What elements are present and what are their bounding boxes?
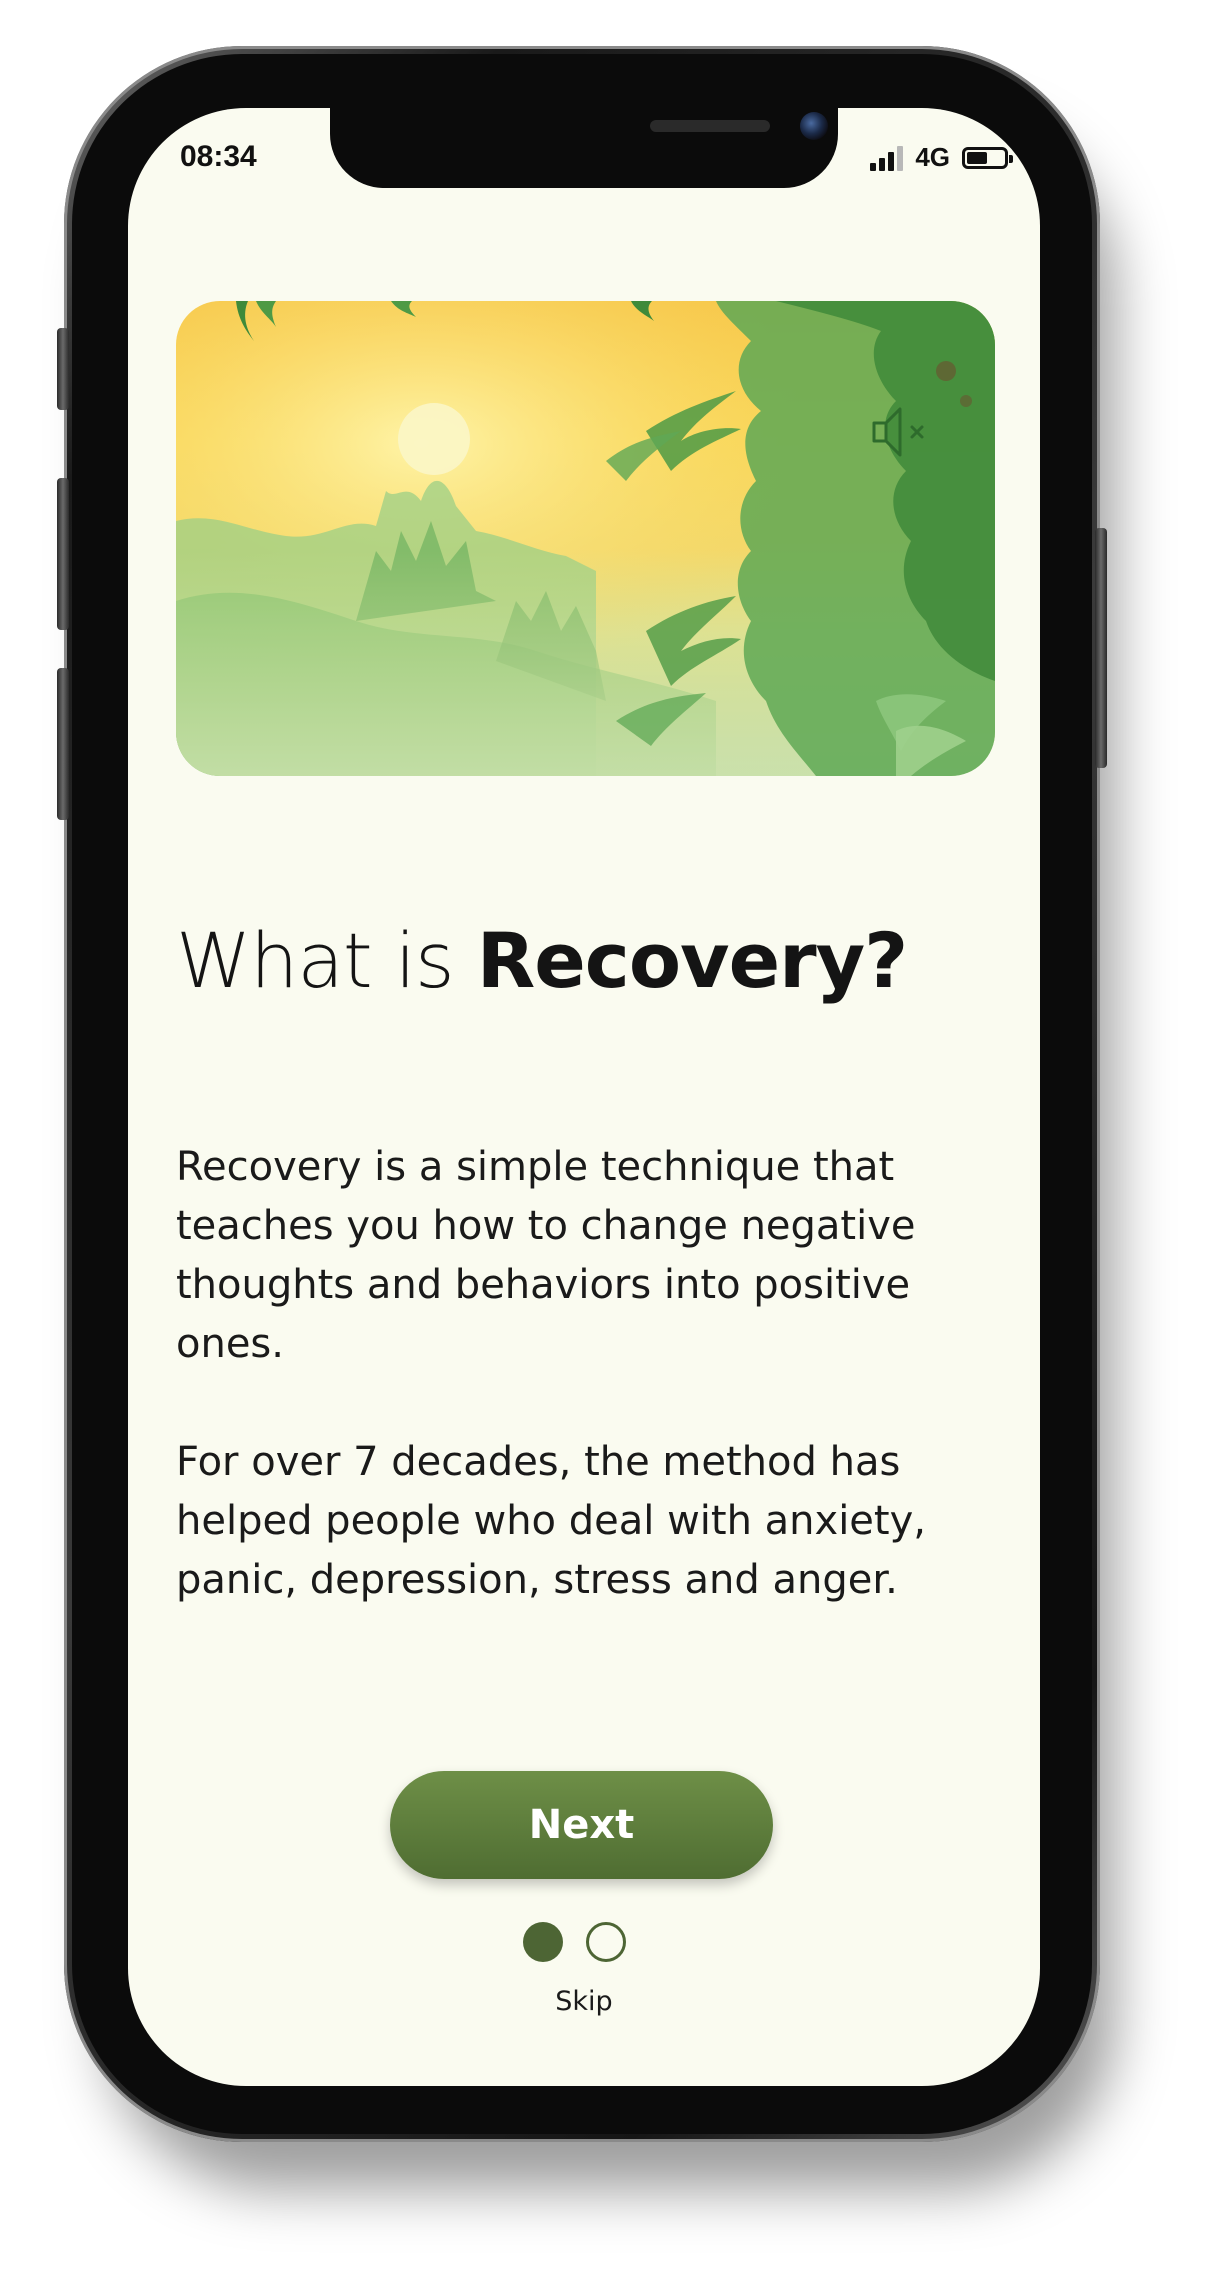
status-indicators: 4G: [870, 142, 1013, 173]
status-time: 08:34: [180, 140, 257, 173]
notch: [330, 108, 838, 188]
battery-level: [967, 151, 987, 164]
signal-icon: [870, 145, 904, 171]
sun-shape: [398, 403, 470, 475]
page-title: What is Recovery?: [176, 916, 909, 1005]
title-emphasis: Recovery?: [476, 916, 909, 1005]
page-indicator: [523, 1922, 626, 1962]
mute-toggle-button[interactable]: [868, 401, 938, 463]
power-button: [1095, 528, 1107, 768]
volume-down-button: [57, 668, 69, 820]
speaker-muted-icon: [872, 407, 924, 457]
watercolor-landscape: [176, 301, 995, 776]
volume-up-button: [57, 478, 69, 630]
next-button[interactable]: Next: [390, 1771, 773, 1879]
title-prefix: What is: [176, 916, 477, 1005]
battery-icon: [962, 146, 1013, 169]
network-label: 4G: [915, 142, 950, 172]
hero-image: [176, 301, 995, 776]
page-dot-1[interactable]: [523, 1922, 563, 1962]
front-camera: [800, 112, 828, 140]
earpiece-speaker: [650, 120, 770, 132]
skip-link[interactable]: Skip: [128, 1986, 1040, 2017]
page-dot-2[interactable]: [586, 1922, 626, 1962]
app-screen: 08:34 4G What is Recovery? Recovery is a…: [128, 108, 1040, 2086]
description-paragraph-1: Recovery is a simple technique that teac…: [176, 1144, 916, 1367]
silent-switch: [57, 328, 69, 410]
description-paragraph-2: For over 7 decades, the method has helpe…: [176, 1439, 926, 1603]
